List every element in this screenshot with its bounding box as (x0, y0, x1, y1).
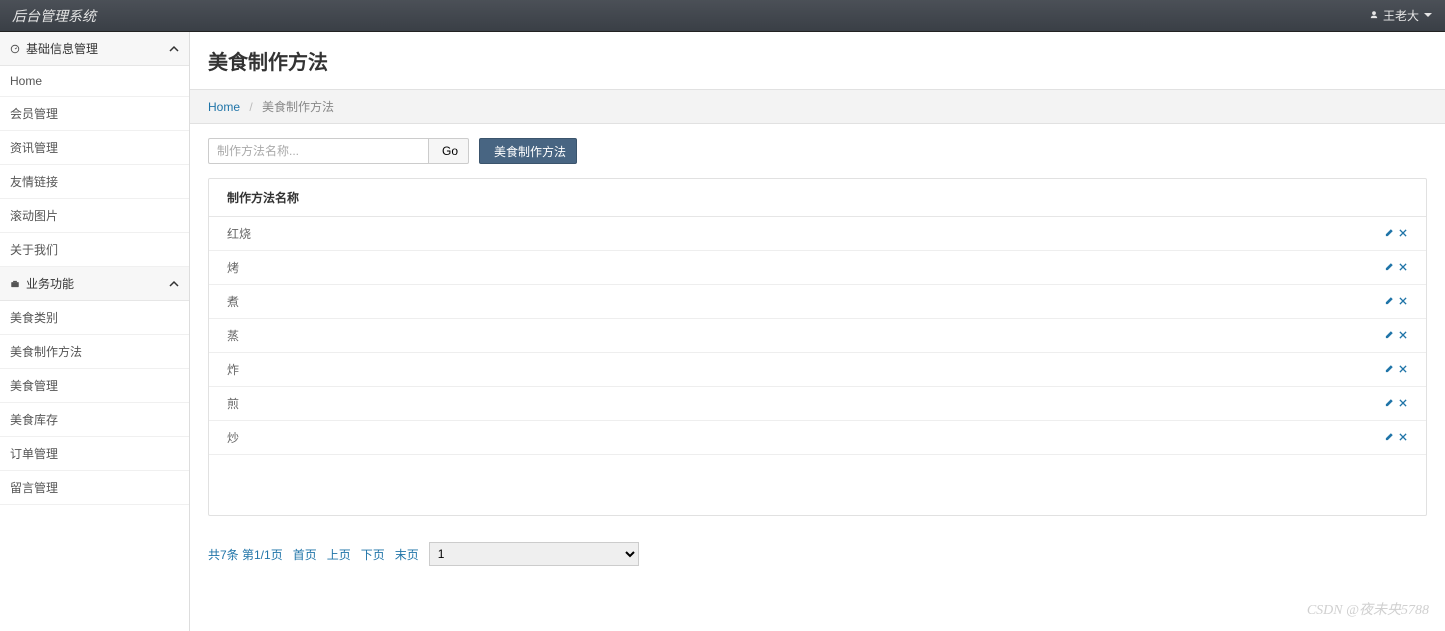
table-row: 煮 (209, 285, 1426, 319)
sidebar-item-label: Home (10, 74, 42, 88)
sidebar-item-about[interactable]: 关于我们 (0, 233, 189, 267)
search-input[interactable] (208, 138, 428, 164)
delete-icon[interactable] (1398, 363, 1408, 377)
delete-icon[interactable] (1398, 329, 1408, 343)
sidebar-item-orders[interactable]: 订单管理 (0, 437, 189, 471)
brand-title: 后台管理系统 (12, 6, 96, 26)
data-table: 制作方法名称 红烧烤煮蒸炸煎炒 (209, 179, 1426, 455)
sidebar-item-label: 留言管理 (10, 481, 58, 495)
sidebar-item-label: 美食库存 (10, 413, 58, 427)
breadcrumb-separator: / (249, 100, 252, 114)
cell-name: 炸 (209, 353, 973, 387)
cell-name: 蒸 (209, 319, 973, 353)
briefcase-icon (10, 279, 20, 289)
add-button[interactable]: 美食制作方法 (479, 138, 577, 164)
user-name: 王老大 (1383, 7, 1419, 24)
pager-first[interactable]: 首页 (293, 546, 317, 563)
table-row: 煎 (209, 387, 1426, 421)
sidebar-group-label: 基础信息管理 (26, 40, 98, 57)
sidebar-item-food-manage[interactable]: 美食管理 (0, 369, 189, 403)
sidebar-group-label: 业务功能 (26, 275, 74, 292)
table-row: 炒 (209, 421, 1426, 455)
sidebar-item-messages[interactable]: 留言管理 (0, 471, 189, 505)
cell-name: 煎 (209, 387, 973, 421)
sidebar-item-label: 美食管理 (10, 379, 58, 393)
add-label: 美食制作方法 (494, 143, 566, 160)
pager-next[interactable]: 下页 (361, 546, 385, 563)
sidebar-item-label: 友情链接 (10, 175, 58, 189)
topbar: 后台管理系统 王老大 (0, 0, 1445, 32)
caret-down-icon (1423, 9, 1433, 23)
breadcrumb-current: 美食制作方法 (262, 100, 334, 114)
edit-icon[interactable] (1384, 329, 1394, 343)
pager-prev[interactable]: 上页 (327, 546, 351, 563)
sidebar-item-label: 会员管理 (10, 107, 58, 121)
main-content: 美食制作方法 Home / 美食制作方法 Go 美食制作方法 制作方法名 (190, 32, 1445, 631)
sidebar-item-label: 资讯管理 (10, 141, 58, 155)
chevron-up-icon (169, 44, 179, 54)
sidebar-item-links[interactable]: 友情链接 (0, 165, 189, 199)
table-row: 红烧 (209, 217, 1426, 251)
sidebar-item-label: 关于我们 (10, 243, 58, 257)
table-card: 制作方法名称 红烧烤煮蒸炸煎炒 (208, 178, 1427, 516)
sidebar-group-basic[interactable]: 基础信息管理 (0, 32, 189, 66)
cell-name: 炒 (209, 421, 973, 455)
user-icon (1369, 9, 1379, 23)
page-title: 美食制作方法 (190, 32, 1445, 90)
edit-icon[interactable] (1384, 227, 1394, 241)
pager-select[interactable]: 1 (429, 542, 639, 566)
table-row: 炸 (209, 353, 1426, 387)
delete-icon[interactable] (1398, 431, 1408, 445)
edit-icon[interactable] (1384, 261, 1394, 275)
cell-name: 红烧 (209, 217, 973, 251)
go-label: Go (442, 144, 458, 158)
search-go-button[interactable]: Go (428, 138, 469, 164)
sidebar-item-members[interactable]: 会员管理 (0, 97, 189, 131)
breadcrumb: Home / 美食制作方法 (190, 90, 1445, 124)
sidebar-item-food-stock[interactable]: 美食库存 (0, 403, 189, 437)
delete-icon[interactable] (1398, 397, 1408, 411)
delete-icon[interactable] (1398, 295, 1408, 309)
edit-icon[interactable] (1384, 295, 1394, 309)
sidebar-item-carousel[interactable]: 滚动图片 (0, 199, 189, 233)
sidebar-item-home[interactable]: Home (0, 66, 189, 97)
pager-last[interactable]: 末页 (395, 546, 419, 563)
dashboard-icon (10, 44, 20, 54)
delete-icon[interactable] (1398, 227, 1408, 241)
pager-summary: 共7条 第1/1页 (208, 546, 283, 563)
table-row: 烤 (209, 251, 1426, 285)
table-row: 蒸 (209, 319, 1426, 353)
sidebar-item-label: 美食制作方法 (10, 345, 82, 359)
controls-bar: Go 美食制作方法 (190, 124, 1445, 178)
chevron-up-icon (169, 279, 179, 289)
cell-name: 煮 (209, 285, 973, 319)
cell-name: 烤 (209, 251, 973, 285)
sidebar-item-label: 滚动图片 (10, 209, 58, 223)
delete-icon[interactable] (1398, 261, 1408, 275)
user-menu[interactable]: 王老大 (1369, 7, 1433, 24)
pagination: 共7条 第1/1页 首页 上页 下页 末页 1 (190, 532, 1445, 576)
table-header-name: 制作方法名称 (209, 179, 973, 217)
sidebar-item-food-category[interactable]: 美食类别 (0, 301, 189, 335)
sidebar-group-business[interactable]: 业务功能 (0, 267, 189, 301)
breadcrumb-home[interactable]: Home (208, 100, 240, 114)
sidebar: 基础信息管理 Home 会员管理 资讯管理 友情链接 滚动图片 关于我们 业务功… (0, 32, 190, 631)
edit-icon[interactable] (1384, 431, 1394, 445)
sidebar-item-news[interactable]: 资讯管理 (0, 131, 189, 165)
sidebar-item-cooking-method[interactable]: 美食制作方法 (0, 335, 189, 369)
sidebar-item-label: 美食类别 (10, 311, 58, 325)
edit-icon[interactable] (1384, 363, 1394, 377)
edit-icon[interactable] (1384, 397, 1394, 411)
sidebar-item-label: 订单管理 (10, 447, 58, 461)
